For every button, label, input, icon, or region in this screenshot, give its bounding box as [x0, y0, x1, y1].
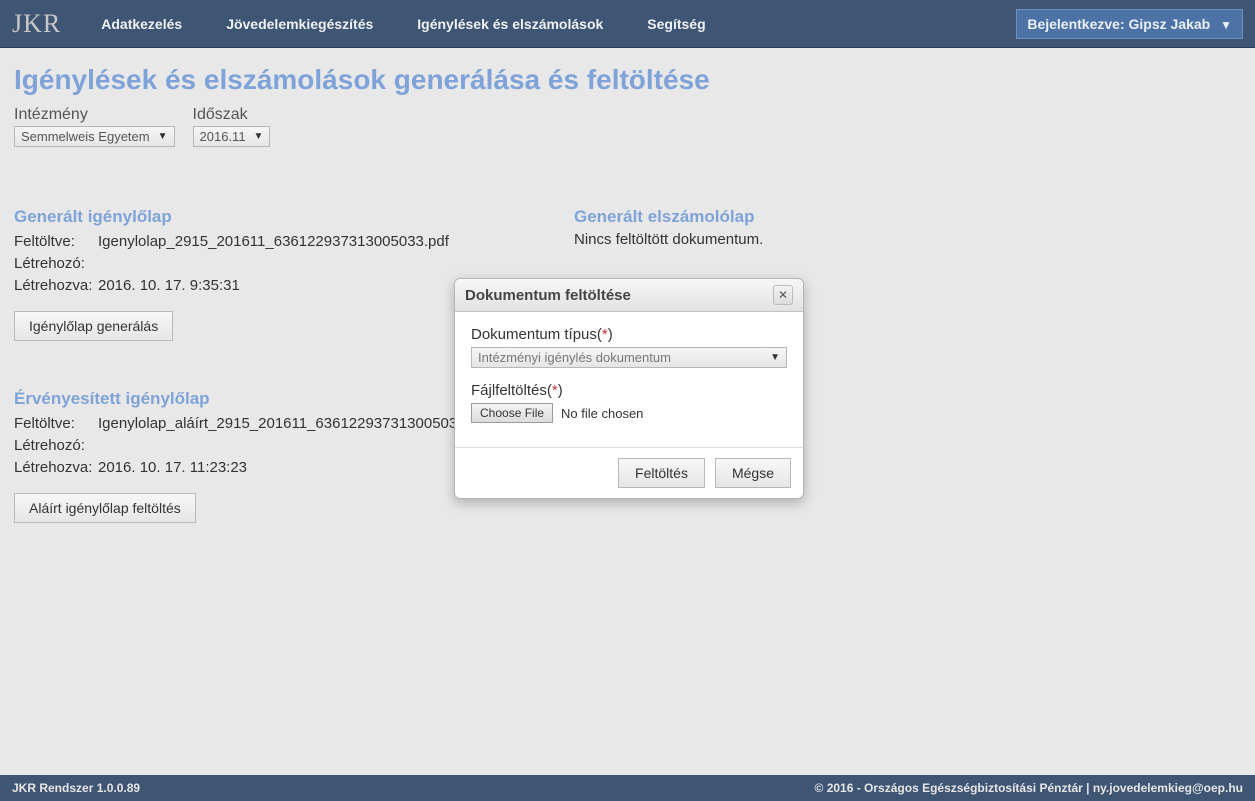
no-doc-text: Nincs feltöltött dokumentum. — [574, 231, 1241, 248]
dialog-header: Dokumentum feltöltése ✕ — [455, 279, 803, 312]
doc-type-value: Intézményi igénylés dokumentum — [478, 350, 762, 365]
login-label: Bejelentkezve: Gipsz Jakab — [1027, 16, 1210, 32]
upload-dialog: Dokumentum feltöltése ✕ Dokumentum típus… — [454, 278, 804, 499]
main-content: Igénylések és elszámolások generálása és… — [0, 48, 1255, 775]
filter-intezmeny: Intézmény Semmelweis Egyetem ▼ — [14, 106, 175, 147]
file-upload-field: Fájlfeltöltés(*) Choose File No file cho… — [471, 382, 787, 423]
file-upload-label-text: Fájlfeltöltés — [471, 382, 547, 399]
page-title: Igénylések és elszámolások generálása és… — [14, 64, 1241, 96]
idoszak-value: 2016.11 — [200, 129, 246, 144]
logo: JKR — [12, 9, 61, 39]
elsz-heading: Generált elszámolólap — [574, 207, 1241, 227]
erv-feltoltve-k: Feltöltve: — [14, 413, 98, 435]
erv-letrehozva-v: 2016. 10. 17. 11:23:23 — [98, 457, 247, 479]
igenylolap-generalas-button[interactable]: Igénylőlap generálás — [14, 311, 173, 341]
filter-idoszak: Időszak 2016.11 ▼ — [193, 106, 271, 147]
idoszak-select[interactable]: 2016.11 ▼ — [193, 126, 271, 147]
intezmeny-select[interactable]: Semmelweis Egyetem ▼ — [14, 126, 175, 147]
dialog-title: Dokumentum feltöltése — [465, 287, 631, 304]
dialog-actions: Feltöltés Mégse — [455, 447, 803, 498]
intezmeny-label: Intézmény — [14, 106, 175, 124]
chevron-down-icon: ▼ — [770, 352, 780, 363]
chevron-down-icon: ▼ — [158, 131, 168, 142]
doc-type-field: Dokumentum típus(*) Intézményi igénylés … — [471, 326, 787, 368]
footer-right: © 2016 - Országos Egészségbiztosítási Pé… — [815, 781, 1243, 795]
nav-adatkezeles[interactable]: Adatkezelés — [101, 16, 182, 32]
erv-letrehozo-k: Létrehozó: — [14, 435, 98, 457]
required-mark: * — [602, 326, 608, 343]
doc-type-select[interactable]: Intézményi igénylés dokumentum ▼ — [471, 347, 787, 368]
nav-jovedelemkiegeszites[interactable]: Jövedelemkiegészítés — [226, 16, 373, 32]
gen-letrehozva-v: 2016. 10. 17. 9:35:31 — [98, 275, 240, 297]
login-menu[interactable]: Bejelentkezve: Gipsz Jakab ▼ — [1016, 9, 1243, 39]
choose-file-button[interactable]: Choose File — [471, 403, 553, 423]
idoszak-label: Időszak — [193, 106, 271, 124]
erv-letrehozva-k: Létrehozva: — [14, 457, 98, 479]
nav-igenylesek[interactable]: Igénylések és elszámolások — [417, 16, 603, 32]
filter-row: Intézmény Semmelweis Egyetem ▼ Időszak 2… — [14, 106, 1241, 147]
chevron-down-icon: ▼ — [254, 131, 264, 142]
cancel-button[interactable]: Mégse — [715, 458, 791, 488]
file-upload-label: Fájlfeltöltés(*) — [471, 382, 787, 399]
chevron-down-icon: ▼ — [1220, 18, 1232, 32]
dialog-body: Dokumentum típus(*) Intézményi igénylés … — [455, 312, 803, 447]
doc-type-label-text: Dokumentum típus — [471, 326, 597, 343]
close-button[interactable]: ✕ — [773, 285, 793, 305]
gen-letrehozva-k: Létrehozva: — [14, 275, 98, 297]
footer: JKR Rendszer 1.0.0.89 © 2016 - Országos … — [0, 775, 1255, 801]
upload-button[interactable]: Feltöltés — [618, 458, 705, 488]
file-status: No file chosen — [561, 406, 643, 421]
gen-letrehozo-k: Létrehozó: — [14, 253, 98, 275]
required-mark: * — [552, 382, 558, 399]
alairt-feltoltes-button[interactable]: Aláírt igénylőlap feltöltés — [14, 493, 196, 523]
generalt-elszamolo-section: Generált elszámolólap Nincs feltöltött d… — [574, 207, 1241, 248]
nav-segitseg[interactable]: Segítség — [647, 16, 705, 32]
footer-left: JKR Rendszer 1.0.0.89 — [12, 781, 140, 795]
close-icon: ✕ — [778, 288, 788, 302]
gen-feltoltve-k: Feltöltve: — [14, 231, 98, 253]
erv-feltoltve-v: Igenylolap_aláírt_2915_201611_6361229373… — [98, 413, 491, 435]
gen-feltoltve-v: Igenylolap_2915_201611_63612293731300503… — [98, 231, 449, 253]
top-nav: JKR Adatkezelés Jövedelemkiegészítés Igé… — [0, 0, 1255, 48]
doc-type-label: Dokumentum típus(*) — [471, 326, 787, 343]
gen-lap-heading: Generált igénylőlap — [14, 207, 534, 227]
intezmeny-value: Semmelweis Egyetem — [21, 129, 150, 144]
